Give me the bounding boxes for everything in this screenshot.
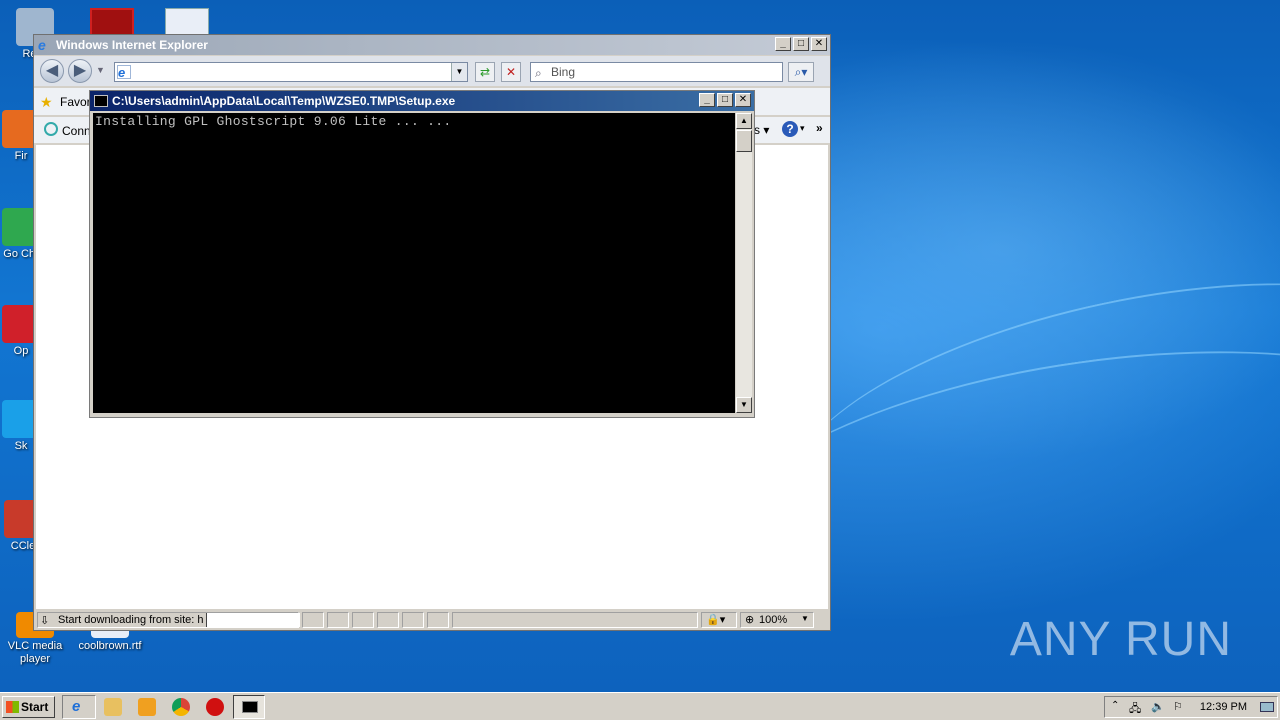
network-icon[interactable]: 🖧 (1129, 700, 1141, 719)
page-icon: e (117, 65, 131, 80)
ie-icon: e (72, 698, 81, 715)
console-icon (242, 701, 258, 713)
maximize-button[interactable]: □ (793, 37, 809, 51)
taskbar: Start e ⌃ 🖧 🔈 ⚐ 12:39 PM (0, 692, 1280, 720)
tab-title[interactable]: Conn (62, 124, 91, 138)
show-desktop-icon[interactable] (1260, 702, 1274, 712)
console-output[interactable]: Installing GPL Ghostscript 9.06 Lite ...… (93, 113, 735, 413)
loading-icon (44, 122, 58, 136)
status-pane (402, 612, 424, 628)
anyrun-watermark: ANY RUN (1009, 613, 1232, 666)
scroll-up-button[interactable]: ▲ (736, 113, 752, 129)
more-commands-icon[interactable]: » (816, 121, 823, 135)
status-pane (302, 612, 324, 628)
console-title: C:\Users\admin\AppData\Local\Temp\WZSE0.… (112, 94, 456, 108)
search-input[interactable]: ⌕ Bing (530, 62, 783, 82)
volume-icon[interactable]: 🔈 (1151, 700, 1165, 713)
zoom-cell[interactable]: ⊕ 100% ▼ (740, 612, 814, 628)
progress-bar (206, 613, 300, 627)
status-text: Start downloading from site: h (58, 614, 204, 626)
word-document-icon[interactable] (165, 8, 209, 36)
zoom-icon: ⊕ (745, 614, 755, 626)
status-pane (377, 612, 399, 628)
ie-status-bar: ⇩ Start downloading from site: h 🔒▾ ⊕ 10… (34, 610, 830, 630)
action-center-flag-icon[interactable]: ⚐ (1173, 700, 1183, 713)
zoom-dropdown-icon: ▼ (801, 614, 809, 623)
back-button[interactable]: ◀ (40, 59, 64, 83)
acrobat-icon[interactable] (90, 8, 134, 36)
zoom-level: 100% (759, 614, 788, 626)
status-text-cell: ⇩ Start downloading from site: h (37, 612, 300, 628)
scroll-thumb[interactable] (736, 130, 752, 152)
clock[interactable]: 12:39 PM (1200, 701, 1247, 713)
favorites-star-icon: ★ (40, 94, 53, 110)
help-dropdown-icon[interactable]: ▾ (800, 123, 805, 134)
show-hidden-icons-icon[interactable]: ⌃ (1111, 700, 1119, 711)
refresh-button[interactable]: ⇄ (475, 62, 495, 82)
explorer-icon[interactable] (104, 698, 122, 716)
console-close-button[interactable]: ✕ (735, 93, 751, 107)
ie-titlebar[interactable]: e Windows Internet Explorer _ □ ✕ (34, 35, 830, 55)
console-scrollbar[interactable]: ▲ ▼ (736, 113, 752, 413)
download-icon: ⇩ (40, 615, 50, 627)
search-placeholder: Bing (551, 65, 576, 79)
status-pane (452, 612, 698, 628)
search-icon: ⌕ (535, 66, 542, 80)
system-tray: ⌃ 🖧 🔈 ⚐ 12:39 PM (1104, 696, 1278, 718)
security-zone-icon: 🔒▾ (706, 614, 726, 626)
close-button[interactable]: ✕ (811, 37, 827, 51)
help-icon[interactable]: ? (782, 121, 798, 137)
chrome-icon[interactable] (172, 698, 190, 716)
media-player-icon[interactable] (138, 698, 156, 716)
console-maximize-button[interactable]: □ (717, 93, 733, 107)
status-pane (352, 612, 374, 628)
console-output-line: Installing GPL Ghostscript 9.06 Lite ...… (95, 114, 452, 129)
minimize-button[interactable]: _ (775, 37, 791, 51)
start-button[interactable]: Start (2, 696, 55, 718)
status-pane (327, 612, 349, 628)
ie-logo-icon: e (38, 37, 46, 53)
address-dropdown-icon[interactable]: ▼ (451, 63, 467, 81)
windows-logo-icon (6, 701, 19, 713)
taskbar-console-button[interactable] (233, 695, 265, 719)
console-titlebar[interactable]: C:\Users\admin\AppData\Local\Temp\WZSE0.… (90, 91, 754, 111)
opera-icon[interactable] (206, 698, 224, 716)
ie-window-title: Windows Internet Explorer (56, 38, 208, 52)
protected-mode-cell[interactable]: 🔒▾ (701, 612, 737, 628)
forward-button[interactable]: ▶ (68, 59, 92, 83)
tools-menu-fragment[interactable]: s ▾ (754, 123, 769, 137)
search-button[interactable]: ⌕▾ (788, 62, 814, 82)
recent-pages-chevron-icon[interactable]: ▼ (96, 65, 105, 75)
ie-navigation-bar: ◀ ▶ ▼ e ▼ ⇄ ✕ ⌕ Bing ⌕▾ (34, 56, 830, 86)
console-window: C:\Users\admin\AppData\Local\Temp\WZSE0.… (89, 90, 755, 418)
status-pane (427, 612, 449, 628)
stop-button[interactable]: ✕ (501, 62, 521, 82)
scroll-down-button[interactable]: ▼ (736, 397, 752, 413)
console-app-icon (94, 95, 108, 107)
favorites-button[interactable]: Favor (60, 95, 91, 109)
console-minimize-button[interactable]: _ (699, 93, 715, 107)
address-bar[interactable]: e ▼ (114, 62, 468, 82)
taskbar-ie-button[interactable]: e (62, 695, 96, 719)
